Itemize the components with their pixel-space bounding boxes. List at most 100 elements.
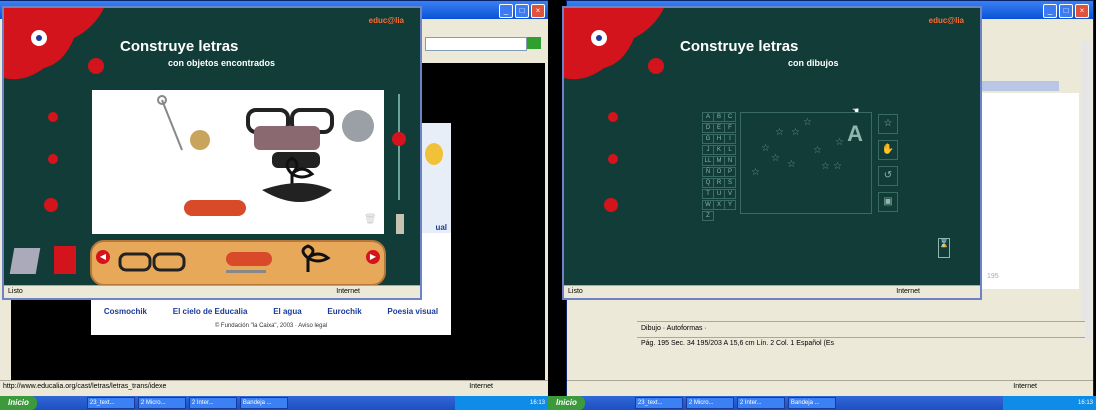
document-area[interactable]: 195 — [979, 93, 1079, 289]
page-number: 195 — [987, 273, 999, 280]
eraser-icon[interactable] — [9, 248, 41, 274]
cursor-hand-icon: ☚ — [852, 106, 860, 115]
minimize-icon[interactable]: _ — [1043, 4, 1057, 18]
nav-dot-3[interactable] — [44, 198, 58, 212]
star-icon[interactable]: ☆ — [751, 167, 760, 178]
side-text: ual — [435, 223, 447, 232]
paint-splat-icon — [4, 8, 104, 80]
status-internet: Internet — [469, 383, 493, 390]
game-window: educ@lia Construye letras con dibujos AB… — [562, 6, 982, 300]
star-icon[interactable]: ☆ — [821, 161, 830, 172]
star-icon[interactable]: ☆ — [835, 137, 844, 148]
word-statusbar: Pág. 195 Sec. 34 195/203 A 15,6 cm Lín. … — [637, 337, 1085, 350]
browser-toolbar — [419, 23, 545, 63]
letter-key[interactable]: F — [724, 123, 736, 133]
help-character-icon[interactable] — [425, 143, 443, 165]
status-url: http://www.educalia.org/cast/letras/letr… — [3, 383, 167, 390]
game-title: Construye letras — [120, 38, 239, 55]
screenshot-left: _ □ × ual Cosmochik El cielo de Educalia… — [0, 0, 548, 410]
close-icon[interactable]: × — [1075, 4, 1089, 18]
star-drawing-canvas[interactable]: A ☆ ☆ ☆ ☆ ☆ ☆ ☆ ☆ ☆ ☆ ☆ — [740, 112, 872, 214]
letter-key[interactable]: P — [724, 167, 736, 177]
letter-key[interactable]: I — [724, 134, 736, 144]
game-status-internet: Internet — [336, 288, 360, 295]
task-3[interactable]: 2 Inter... — [188, 397, 237, 409]
nav-dot-1[interactable] — [608, 112, 618, 122]
letter-key[interactable]: Z — [702, 211, 714, 221]
letter-key[interactable]: S — [724, 178, 736, 188]
letter-key[interactable]: Y — [724, 200, 736, 210]
start-button[interactable]: Inicio — [548, 396, 585, 410]
safety-pin-icon — [157, 95, 183, 151]
found-objects — [157, 95, 374, 216]
drawing-canvas[interactable] — [92, 90, 384, 234]
zoom-slider-track[interactable] — [398, 94, 400, 200]
task-1[interactable]: 23_text... — [86, 397, 135, 409]
letter-picker[interactable]: A B C D E F G H I J K L LL M N Ñ O P Q R S T U V W X Y Z — [702, 112, 736, 221]
button-icon — [190, 130, 210, 150]
educalia-logo: educ@lia — [928, 16, 964, 25]
game-status-text: Listo — [8, 288, 23, 295]
address-bar[interactable] — [425, 37, 527, 51]
zoom-slider-handle[interactable] — [392, 132, 406, 146]
word-scrollbar[interactable] — [1081, 41, 1091, 341]
star-icon[interactable]: ☆ — [775, 127, 784, 138]
nav-agua[interactable]: El agua — [273, 307, 301, 316]
game-status-text: Listo — [568, 288, 583, 295]
letter-key[interactable]: V — [724, 189, 736, 199]
game-subtitle: con objetos encontrados — [168, 58, 276, 68]
save-icon[interactable]: ▣ — [878, 192, 898, 212]
minimize-icon[interactable]: _ — [499, 4, 513, 18]
task-1[interactable]: 23_text... — [634, 397, 683, 409]
tray-key-icon — [301, 244, 331, 272]
task-2[interactable]: 2 Micro... — [137, 397, 186, 409]
tray-objects — [118, 244, 331, 273]
site-footer: © Fundación "la Caixa", 2003 · Aviso leg… — [214, 323, 328, 329]
star-icon[interactable]: ☆ — [791, 127, 800, 138]
thread-spool-icon — [184, 200, 246, 216]
system-tray: 16:13 — [1003, 396, 1096, 410]
maximize-icon[interactable]: □ — [1059, 4, 1073, 18]
letter-key[interactable]: L — [724, 145, 736, 155]
go-icon[interactable] — [527, 37, 541, 49]
task-4[interactable]: Bandeja ... — [239, 397, 288, 409]
task-4[interactable]: Bandeja ... — [787, 397, 836, 409]
task-3[interactable]: 2 Inter... — [736, 397, 785, 409]
game-subtitle: con dibujos — [788, 58, 839, 68]
nav-eurochik[interactable]: Eurochik — [327, 307, 361, 316]
coin-icon — [342, 110, 374, 142]
star-icon[interactable]: ☆ — [771, 153, 780, 164]
trash-icon[interactable]: 🗑 — [364, 214, 377, 225]
nav-cosmochik[interactable]: Cosmochik — [104, 307, 147, 316]
star-tool-icon[interactable]: ☆ — [878, 114, 898, 134]
nav-dot-1[interactable] — [48, 112, 58, 122]
browser-statusbar: http://www.educalia.org/cast/letras/letr… — [0, 380, 548, 393]
star-icon[interactable]: ☆ — [833, 161, 842, 172]
nav-dot-2[interactable] — [48, 154, 58, 164]
undo-icon[interactable]: ↺ — [878, 166, 898, 186]
task-list: 23_text... 2 Micro... 2 Inter... Bandeja… — [634, 397, 836, 409]
nav-poesia[interactable]: Poesia visual — [387, 307, 438, 316]
task-2[interactable]: 2 Micro... — [685, 397, 734, 409]
nav-dot-2[interactable] — [608, 154, 618, 164]
thread-tool-icon[interactable] — [396, 214, 404, 234]
color-block-icon[interactable] — [54, 246, 76, 274]
hand-tool-icon[interactable]: ✋ — [878, 140, 898, 160]
letter-key[interactable]: N — [724, 156, 736, 166]
status-internet: Internet — [1013, 383, 1037, 390]
star-icon[interactable]: ☆ — [813, 145, 822, 156]
drawing-toolbar[interactable]: Dibujo · Autoformas · — [637, 321, 1085, 336]
nav-dot-3[interactable] — [604, 198, 618, 212]
star-icon[interactable]: ☆ — [761, 143, 770, 154]
browser-statusbar: Internet — [567, 380, 1093, 393]
star-icon[interactable]: ☆ — [787, 159, 796, 170]
star-icon[interactable]: ☆ — [803, 117, 812, 128]
objects-tray[interactable]: ◀ ▶ — [90, 240, 386, 286]
start-button[interactable]: Inicio — [0, 396, 37, 410]
close-icon[interactable]: × — [531, 4, 545, 18]
maximize-icon[interactable]: □ — [515, 4, 529, 18]
system-tray: 16:13 — [455, 396, 548, 410]
letter-key[interactable]: C — [724, 112, 736, 122]
nav-cielo[interactable]: El cielo de Educalia — [173, 307, 248, 316]
site-nav: Cosmochik El cielo de Educalia El agua E… — [91, 307, 451, 316]
